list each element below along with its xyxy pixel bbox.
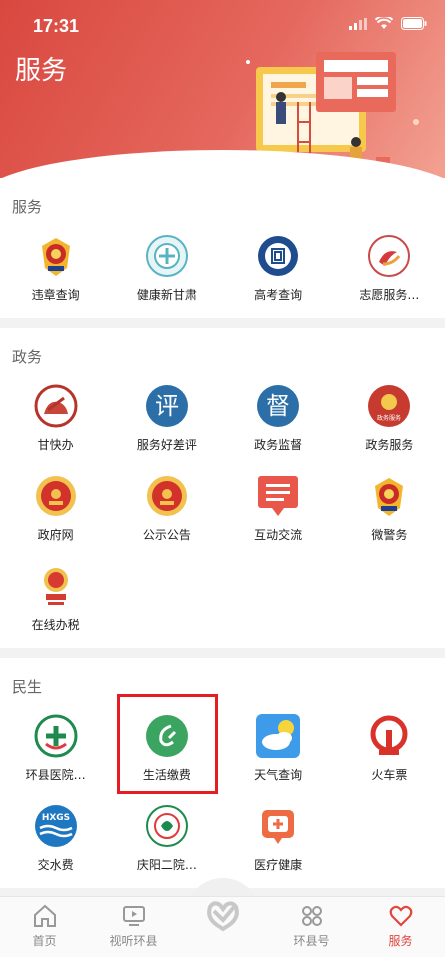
tab-huanxian-hao[interactable]: 环县号 bbox=[267, 897, 356, 957]
tab-center[interactable] bbox=[178, 897, 267, 957]
item-label: 违章查询 bbox=[31, 288, 80, 302]
tab-service[interactable]: 服务 bbox=[356, 897, 445, 957]
item-supervise[interactable]: 督 政务监督 bbox=[223, 378, 334, 468]
item-label: 天气查询 bbox=[254, 768, 303, 782]
item-label: 政务服务 bbox=[365, 438, 414, 452]
heart-icon bbox=[389, 905, 412, 927]
item-train-ticket[interactable]: 火车票 bbox=[334, 708, 445, 798]
svg-text:督: 督 bbox=[266, 392, 290, 420]
tax-emblem-icon bbox=[43, 568, 68, 605]
bottom-tab-bar: 首页 视听环县 环县号 服务 bbox=[0, 896, 445, 957]
section-service: 服务 违章查询 健康新甘肃 高考查询 志愿服务… bbox=[0, 178, 445, 318]
signal-icon bbox=[349, 17, 367, 30]
tv-icon bbox=[122, 906, 145, 926]
item-online-tax[interactable]: 在线办税 bbox=[0, 558, 111, 648]
item-interaction[interactable]: 互动交流 bbox=[223, 468, 334, 558]
tab-video[interactable]: 视听环县 bbox=[89, 897, 178, 957]
police-badge-icon bbox=[375, 478, 404, 516]
national-emblem-icon bbox=[146, 476, 187, 516]
tab-label: 服务 bbox=[388, 934, 413, 948]
message-icon bbox=[258, 476, 299, 516]
item-label: 政府网 bbox=[37, 528, 74, 542]
item-traffic-violation[interactable]: 违章查询 bbox=[0, 228, 111, 318]
svg-text:HXGS: HXGS bbox=[41, 813, 69, 823]
item-huanxian-hospital[interactable]: 环县医院… bbox=[0, 708, 111, 798]
review-ping-icon: 评 bbox=[145, 385, 188, 427]
item-gov-website[interactable]: 政府网 bbox=[0, 468, 111, 558]
heart-hands-icon bbox=[206, 901, 239, 932]
item-label: 甘快办 bbox=[37, 438, 74, 452]
water-fee-icon: HXGS bbox=[34, 805, 77, 847]
svg-text:评: 评 bbox=[155, 392, 179, 420]
item-micro-police[interactable]: 微警务 bbox=[334, 468, 445, 558]
volunteer-icon bbox=[368, 235, 411, 277]
item-label: 服务好差评 bbox=[136, 438, 197, 452]
section-title: 民生 bbox=[12, 678, 43, 696]
content-area[interactable]: 服务 违章查询 健康新甘肃 高考查询 志愿服务… 政务 甘快办 评 服务好差评 … bbox=[0, 178, 445, 896]
item-label: 互动交流 bbox=[254, 528, 303, 542]
item-label: 微警务 bbox=[371, 528, 408, 542]
exam-emblem-icon bbox=[258, 236, 299, 276]
section-title: 政务 bbox=[12, 348, 43, 366]
item-medical-health[interactable]: 医疗健康 bbox=[223, 798, 334, 888]
railway-icon bbox=[370, 715, 408, 755]
item-label: 环县医院… bbox=[25, 768, 86, 782]
item-volunteer[interactable]: 志愿服务… bbox=[334, 228, 445, 318]
hospital-icon bbox=[145, 805, 188, 847]
item-label: 健康新甘肃 bbox=[136, 288, 197, 302]
gan-kuai-ban-icon bbox=[34, 384, 78, 428]
item-water-fee[interactable]: HXGS 交水费 bbox=[0, 798, 111, 888]
weather-icon bbox=[256, 714, 301, 758]
item-label: 交水费 bbox=[37, 858, 74, 872]
health-emblem-icon bbox=[145, 235, 188, 277]
police-badge-icon bbox=[41, 238, 70, 276]
item-label: 公示公告 bbox=[142, 528, 191, 542]
supervise-du-icon: 督 bbox=[257, 385, 300, 427]
section-government: 政务 甘快办 评 服务好差评 督 政务监督 政务服务 政务服务 政府网 公示公告… bbox=[0, 328, 445, 648]
item-gov-service[interactable]: 政务服务 政务服务 bbox=[334, 378, 445, 468]
section-title: 服务 bbox=[12, 198, 43, 216]
item-public-notice[interactable]: 公示公告 bbox=[111, 468, 222, 558]
tab-home[interactable]: 首页 bbox=[0, 897, 89, 957]
item-label: 在线办税 bbox=[31, 618, 80, 632]
national-emblem-icon bbox=[35, 476, 76, 516]
item-label: 火车票 bbox=[371, 768, 408, 782]
tab-label: 环县号 bbox=[293, 934, 330, 948]
home-icon bbox=[33, 904, 56, 927]
status-bar: 17:31 bbox=[0, 0, 445, 48]
header-banner: 17:31 服务 bbox=[0, 0, 445, 190]
tab-label: 视听环县 bbox=[109, 934, 158, 948]
item-review[interactable]: 评 服务好差评 bbox=[111, 378, 222, 468]
svg-text:政务服务: 政务服务 bbox=[377, 414, 401, 422]
item-label: 庆阳二院… bbox=[136, 858, 197, 872]
item-label: 志愿服务… bbox=[359, 288, 420, 302]
tab-label: 首页 bbox=[32, 934, 57, 948]
item-label: 政务监督 bbox=[254, 438, 303, 452]
item-gan-kuai-ban[interactable]: 甘快办 bbox=[0, 378, 111, 468]
wifi-icon bbox=[375, 17, 393, 29]
highlight-box bbox=[117, 694, 218, 794]
hospital-icon bbox=[34, 714, 78, 758]
item-weather[interactable]: 天气查询 bbox=[223, 708, 334, 798]
item-gaokao[interactable]: 高考查询 bbox=[223, 228, 334, 318]
medical-icon bbox=[262, 810, 295, 844]
gov-service-icon: 政务服务 bbox=[368, 385, 411, 427]
item-label: 医疗健康 bbox=[254, 858, 303, 872]
item-label: 高考查询 bbox=[254, 288, 303, 302]
item-qingyang-hospital[interactable]: 庆阳二院… bbox=[111, 798, 222, 888]
page-title: 服务 bbox=[15, 56, 68, 86]
section-livelihood: 民生 环县医院… 生活缴费 天气查询 火车票 HXGS 交水费 庆阳二院… 医疗… bbox=[0, 658, 445, 888]
item-health-gansu[interactable]: 健康新甘肃 bbox=[111, 228, 222, 318]
battery-icon bbox=[401, 17, 427, 30]
grid-icon bbox=[301, 906, 322, 926]
status-time: 17:31 bbox=[33, 16, 80, 36]
